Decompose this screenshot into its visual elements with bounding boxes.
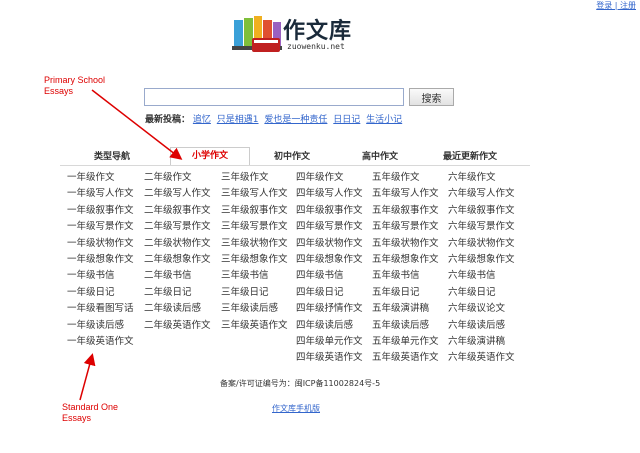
arrow-to-primary-tab <box>91 89 183 160</box>
annotation-arrows <box>79 89 183 401</box>
arrow-to-grade-one <box>79 353 96 401</box>
